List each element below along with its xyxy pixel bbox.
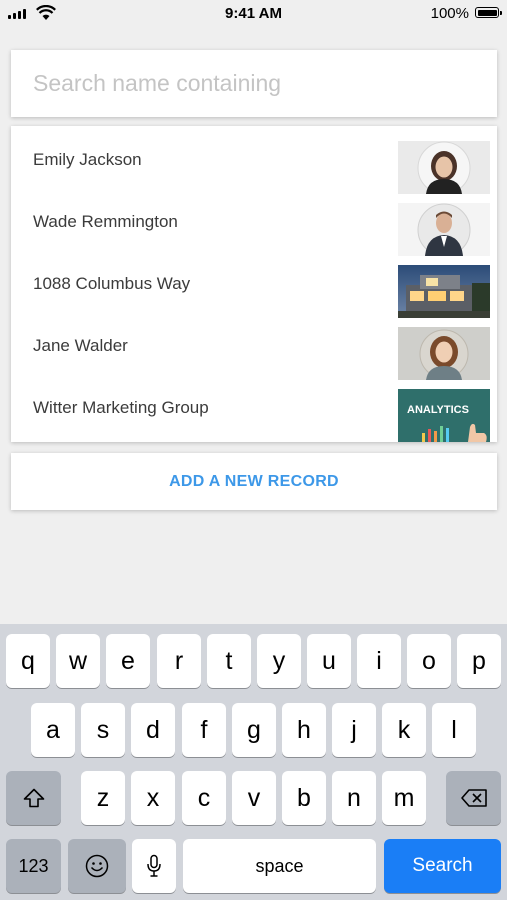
battery-percent: 100% bbox=[430, 5, 469, 22]
key-x[interactable]: x bbox=[131, 771, 175, 825]
man-portrait-icon bbox=[398, 203, 490, 256]
key-b[interactable]: b bbox=[282, 771, 326, 825]
numbers-key[interactable]: 123 bbox=[6, 839, 61, 893]
analytics-chalkboard-icon: ANALYTICS bbox=[398, 389, 490, 442]
search-key[interactable]: Search bbox=[384, 839, 501, 893]
add-record-label: ADD A NEW RECORD bbox=[169, 473, 339, 490]
key-m[interactable]: m bbox=[382, 771, 426, 825]
woman-portrait-icon bbox=[398, 141, 490, 194]
battery-icon bbox=[475, 7, 502, 18]
key-e[interactable]: e bbox=[106, 634, 150, 688]
key-l[interactable]: l bbox=[432, 703, 476, 757]
microphone-icon bbox=[147, 854, 161, 877]
woman-portrait-icon bbox=[398, 327, 490, 380]
key-r[interactable]: r bbox=[157, 634, 201, 688]
key-k[interactable]: k bbox=[382, 703, 426, 757]
list-item[interactable]: Wade Remmington bbox=[11, 191, 497, 256]
house-photo-icon bbox=[398, 265, 490, 318]
key-z[interactable]: z bbox=[81, 771, 125, 825]
key-a[interactable]: a bbox=[31, 703, 75, 757]
search-card bbox=[11, 50, 497, 117]
record-name: Jane Walder bbox=[33, 336, 128, 355]
add-record-button[interactable]: ADD A NEW RECORD bbox=[11, 453, 497, 510]
record-name: Emily Jackson bbox=[33, 150, 142, 169]
shift-icon bbox=[23, 788, 44, 808]
key-n[interactable]: n bbox=[332, 771, 376, 825]
list-item[interactable]: Witter Marketing Group ANALYTICS bbox=[11, 377, 497, 442]
key-d[interactable]: d bbox=[131, 703, 175, 757]
key-j[interactable]: j bbox=[332, 703, 376, 757]
delete-key[interactable] bbox=[446, 771, 501, 825]
shift-key[interactable] bbox=[6, 771, 61, 825]
keyboard: q w e r t y u i o p a s d f g h j k l z … bbox=[0, 624, 507, 900]
space-key[interactable]: space bbox=[183, 839, 376, 893]
emoji-key[interactable] bbox=[68, 839, 126, 893]
key-p[interactable]: p bbox=[457, 634, 501, 688]
key-t[interactable]: t bbox=[207, 634, 251, 688]
analytics-text: ANALYTICS bbox=[407, 404, 469, 416]
key-q[interactable]: q bbox=[6, 634, 50, 688]
record-name: Wade Remmington bbox=[33, 212, 178, 231]
list-item[interactable]: Emily Jackson bbox=[11, 129, 497, 194]
key-v[interactable]: v bbox=[232, 771, 276, 825]
backspace-icon bbox=[460, 789, 487, 807]
key-i[interactable]: i bbox=[357, 634, 401, 688]
search-input[interactable] bbox=[33, 50, 473, 117]
key-u[interactable]: u bbox=[307, 634, 351, 688]
emoji-icon bbox=[85, 854, 109, 878]
key-o[interactable]: o bbox=[407, 634, 451, 688]
record-name: 1088 Columbus Way bbox=[33, 274, 191, 293]
status-bar: 9:41 AM 100% bbox=[0, 0, 507, 28]
list-item[interactable]: 1088 Columbus Way bbox=[11, 253, 497, 318]
key-y[interactable]: y bbox=[257, 634, 301, 688]
record-name: Witter Marketing Group bbox=[33, 398, 209, 417]
key-h[interactable]: h bbox=[282, 703, 326, 757]
dictation-key[interactable] bbox=[132, 839, 176, 893]
record-list: Emily Jackson Wade Remmington 1088 Colum… bbox=[11, 126, 497, 442]
key-s[interactable]: s bbox=[81, 703, 125, 757]
key-c[interactable]: c bbox=[182, 771, 226, 825]
key-f[interactable]: f bbox=[182, 703, 226, 757]
list-item[interactable]: Jane Walder bbox=[11, 315, 497, 380]
key-w[interactable]: w bbox=[56, 634, 100, 688]
key-g[interactable]: g bbox=[232, 703, 276, 757]
